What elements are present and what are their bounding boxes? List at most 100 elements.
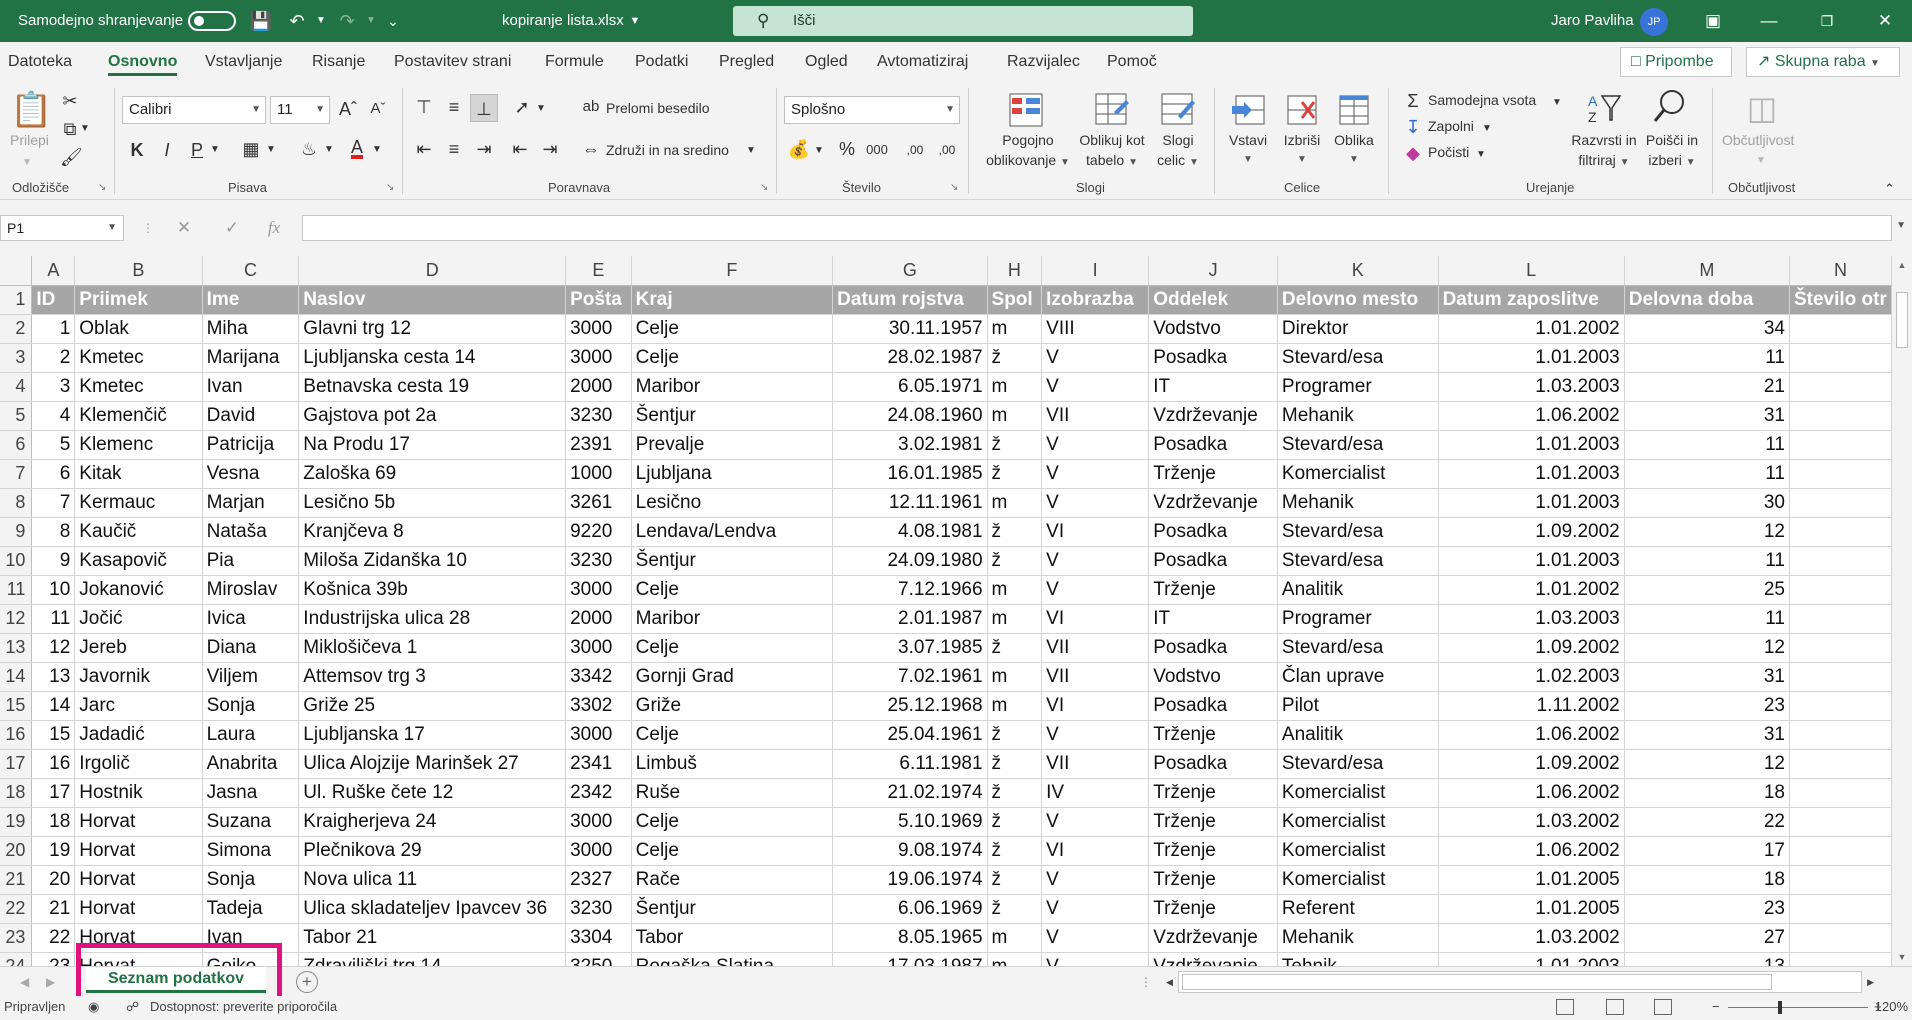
format-cells-icon[interactable] bbox=[1336, 92, 1372, 128]
cell[interactable]: 1.06.2002 bbox=[1438, 778, 1625, 808]
cell[interactable]: 3000 bbox=[565, 836, 632, 866]
cell[interactable]: Celje bbox=[631, 575, 834, 605]
avatar[interactable]: JP bbox=[1640, 8, 1668, 36]
cell[interactable]: Tabor 21 bbox=[298, 923, 567, 953]
cell[interactable]: Celje bbox=[631, 720, 834, 750]
cell[interactable]: 31 bbox=[1624, 662, 1790, 692]
cell[interactable]: 9 bbox=[31, 546, 76, 576]
cell[interactable]: Jarc bbox=[74, 691, 203, 721]
cell[interactable]: 22 bbox=[1624, 807, 1790, 837]
cell[interactable]: Miroslav bbox=[202, 575, 300, 605]
decrease-font-icon[interactable]: Aˇ bbox=[366, 98, 390, 120]
cell[interactable]: m bbox=[987, 952, 1043, 966]
cell[interactable]: Referent bbox=[1277, 894, 1439, 924]
cell[interactable]: Miha bbox=[202, 314, 300, 344]
cell[interactable]: 15 bbox=[31, 720, 76, 750]
cell[interactable]: Posadka bbox=[1148, 633, 1278, 663]
cell[interactable]: Maribor bbox=[631, 372, 834, 402]
row-header[interactable]: 1 bbox=[0, 285, 33, 315]
sort-filter-icon[interactable]: A Z bbox=[1586, 90, 1622, 126]
cell[interactable]: 11 bbox=[1624, 604, 1790, 634]
cell[interactable]: Mehanik bbox=[1277, 923, 1439, 953]
cell[interactable]: ž bbox=[987, 343, 1043, 373]
column-header[interactable]: E bbox=[565, 256, 632, 286]
accessibility-status[interactable]: Dostopnost: preverite priporočila bbox=[150, 996, 337, 1018]
cell[interactable]: V bbox=[1041, 343, 1150, 373]
cell[interactable]: Trženje bbox=[1148, 459, 1278, 489]
cell[interactable] bbox=[1789, 865, 1892, 895]
cell[interactable]: 1.03.2002 bbox=[1438, 807, 1625, 837]
cell[interactable]: 2 bbox=[31, 343, 76, 373]
cell[interactable]: 6.05.1971 bbox=[832, 372, 988, 402]
cell[interactable]: Delovna doba bbox=[1624, 285, 1790, 315]
cell[interactable]: Šentjur bbox=[631, 401, 834, 431]
cell[interactable]: Betnavska cesta 19 bbox=[298, 372, 567, 402]
cell[interactable]: Horvat bbox=[74, 894, 203, 924]
cell[interactable]: ž bbox=[987, 430, 1043, 460]
cell[interactable]: Marjan bbox=[202, 488, 300, 518]
cell[interactable]: Ivan bbox=[202, 372, 300, 402]
cell[interactable]: Število otr bbox=[1789, 285, 1892, 315]
sort-filter-button[interactable]: Razvrsti in filtriraj ▼ bbox=[1568, 130, 1640, 173]
cell[interactable] bbox=[1789, 691, 1892, 721]
customize-toolbar-icon[interactable]: ⌄ bbox=[380, 0, 406, 42]
cell[interactable]: Stevard/esa bbox=[1277, 430, 1439, 460]
tab-home[interactable]: Osnovno bbox=[108, 42, 178, 82]
cell[interactable]: 2341 bbox=[565, 749, 632, 779]
row-header[interactable]: 22 bbox=[0, 894, 33, 924]
fill-icon[interactable]: ↧ bbox=[1402, 116, 1424, 138]
cell[interactable]: Kmetec bbox=[74, 343, 203, 373]
row-header[interactable]: 4 bbox=[0, 372, 33, 402]
undo-dropdown-icon[interactable]: ▼ bbox=[308, 0, 334, 42]
column-header[interactable]: A bbox=[31, 256, 76, 286]
cell[interactable]: Jadadić bbox=[74, 720, 203, 750]
cell[interactable] bbox=[1789, 488, 1892, 518]
autosave-toggle[interactable] bbox=[188, 11, 236, 31]
cell[interactable]: V bbox=[1041, 865, 1150, 895]
fill-color-icon[interactable]: ♨ bbox=[298, 138, 320, 160]
alignment-launcher-icon[interactable]: ↘ bbox=[760, 182, 768, 193]
orientation-chevron-down-icon[interactable]: ▼ bbox=[536, 98, 546, 120]
cell[interactable]: V bbox=[1041, 807, 1150, 837]
cell[interactable]: Celje bbox=[631, 314, 834, 344]
cell[interactable]: 18 bbox=[31, 807, 76, 837]
cell[interactable]: Patricija bbox=[202, 430, 300, 460]
insert-cells-icon[interactable] bbox=[1230, 92, 1266, 128]
cell[interactable]: 1.01.2002 bbox=[1438, 314, 1625, 344]
cell[interactable]: VIII bbox=[1041, 314, 1150, 344]
cell[interactable]: V bbox=[1041, 546, 1150, 576]
cell[interactable]: 8 bbox=[31, 517, 76, 547]
cell[interactable]: 3 bbox=[31, 372, 76, 402]
tab-formulas[interactable]: Formule bbox=[545, 42, 604, 82]
zoom-slider-thumb[interactable] bbox=[1778, 1001, 1782, 1014]
cell[interactable]: 30 bbox=[1624, 488, 1790, 518]
cell[interactable]: Ljubljanska 17 bbox=[298, 720, 567, 750]
cell[interactable]: 1.06.2002 bbox=[1438, 401, 1625, 431]
cell-styles-icon[interactable] bbox=[1160, 92, 1196, 128]
autosum-chevron-down-icon[interactable]: ▼ bbox=[1552, 92, 1562, 114]
find-select-icon[interactable] bbox=[1652, 88, 1688, 124]
cell[interactable]: 2327 bbox=[565, 865, 632, 895]
row-header[interactable]: 16 bbox=[0, 720, 33, 750]
thousands-separator-button[interactable]: 000 bbox=[862, 139, 892, 161]
cell[interactable]: m bbox=[987, 575, 1043, 605]
row-header[interactable]: 5 bbox=[0, 401, 33, 431]
cell[interactable]: VI bbox=[1041, 604, 1150, 634]
expand-formula-chevron-down-icon[interactable]: ▼ bbox=[1896, 220, 1906, 231]
cell[interactable]: Mehanik bbox=[1277, 488, 1439, 518]
cell[interactable]: 9220 bbox=[565, 517, 632, 547]
cell[interactable]: Viljem bbox=[202, 662, 300, 692]
bold-button[interactable]: K bbox=[126, 139, 148, 161]
font-color-icon[interactable]: A bbox=[346, 136, 368, 158]
row-header[interactable]: 2 bbox=[0, 314, 33, 344]
cell[interactable]: 24.09.1980 bbox=[832, 546, 988, 576]
column-header[interactable]: H bbox=[987, 256, 1043, 286]
column-header[interactable]: D bbox=[298, 256, 567, 286]
cell[interactable]: Suzana bbox=[202, 807, 300, 837]
column-header[interactable]: F bbox=[631, 256, 834, 286]
delete-cells-button[interactable]: Izbriši ▼ bbox=[1280, 130, 1324, 170]
cell[interactable]: 1.01.2003 bbox=[1438, 546, 1625, 576]
cell[interactable]: 16 bbox=[31, 749, 76, 779]
cell[interactable]: Limbuš bbox=[631, 749, 834, 779]
cell[interactable]: 3000 bbox=[565, 575, 632, 605]
